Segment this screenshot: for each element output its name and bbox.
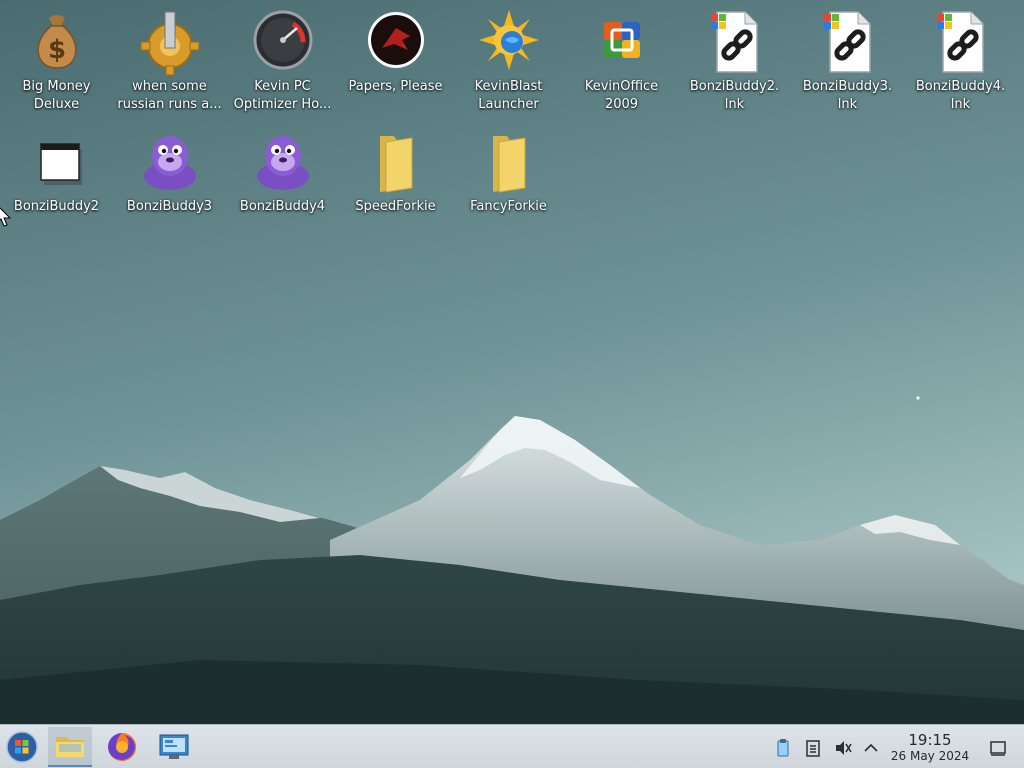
- desktop-icon-label: BonziBuddy2: [13, 199, 100, 214]
- desktop-icon-label: SpeedForkie: [355, 199, 436, 214]
- desktop-icon-label: Kevin PC Optimizer Ho...: [233, 79, 332, 112]
- gear-wheel-icon: [140, 10, 200, 76]
- file-manager-icon: [56, 737, 84, 757]
- desktop-icon-papers-please[interactable]: Papers, Please: [339, 4, 452, 120]
- clipboard-tray-icon: [777, 739, 789, 757]
- desktop-icon-kevin-pc-optimizer[interactable]: Kevin PC Optimizer Ho...: [226, 4, 339, 120]
- application-window-icon: [27, 130, 87, 190]
- desktop-icon-bonzibuddy4-lnk[interactable]: BonziBuddy4. lnk: [904, 4, 1017, 120]
- tray-notes[interactable]: [802, 737, 824, 759]
- show-desktop-icon: [990, 741, 1006, 756]
- shortcut-link-icon: [705, 10, 765, 73]
- tray-expand[interactable]: [860, 737, 882, 759]
- desktop-icon-label: BonziBuddy4. lnk: [915, 79, 1006, 112]
- desktop-icon-label: BonziBuddy3. lnk: [802, 79, 893, 112]
- clock-time: 19:15: [908, 731, 952, 749]
- taskbar-system-monitor[interactable]: [152, 727, 196, 767]
- shortcut-link-icon: [931, 10, 991, 73]
- desktop-icon-label: KevinBlast Launcher: [474, 79, 543, 112]
- money-bag-icon: $: [27, 10, 87, 70]
- desktop-icon-speedforkie[interactable]: SpeedForkie: [339, 124, 452, 240]
- desktop-icon-bonzibuddy2[interactable]: BonziBuddy2: [0, 124, 113, 240]
- office-logo-icon: [592, 10, 652, 70]
- clock-date: 26 May 2024: [890, 749, 970, 763]
- volume-muted-icon: [836, 741, 852, 755]
- sun-globe-icon: [478, 10, 539, 70]
- show-desktop-button[interactable]: [987, 737, 1009, 759]
- desktop-icon-kevinoffice-2009[interactable]: KevinOffice 2009: [565, 4, 678, 120]
- purple-gorilla-icon: [253, 130, 313, 190]
- desktop-icon-label: BonziBuddy4: [239, 199, 326, 214]
- tray-clipboard[interactable]: [772, 737, 794, 759]
- desktop-icon-kevinblast-launcher[interactable]: KevinBlast Launcher: [452, 4, 565, 120]
- system-monitor-icon: [159, 734, 189, 759]
- shortcut-link-icon: [818, 10, 878, 73]
- purple-gorilla-icon: [140, 130, 200, 190]
- start-orb-icon: [6, 731, 38, 763]
- notes-tray-icon: [806, 740, 820, 757]
- desktop-icon-russian-runs[interactable]: when some russian runs a...: [113, 4, 226, 120]
- papers-please-emblem-icon: [366, 10, 426, 70]
- desktop-icon-bonzibuddy3-lnk[interactable]: BonziBuddy3. lnk: [791, 4, 904, 120]
- desktop-icon-label: KevinOffice 2009: [584, 79, 659, 112]
- desktop-icon-bonzibuddy4[interactable]: BonziBuddy4: [226, 124, 339, 240]
- taskbar-clock[interactable]: 19:15 26 May 2024: [884, 731, 976, 765]
- desktop-icon-label: when some russian runs a...: [117, 79, 222, 112]
- desktop-icon-big-money-deluxe[interactable]: $ Big Money Deluxe: [0, 4, 113, 120]
- taskbar: 19:15 26 May 2024: [0, 724, 1024, 768]
- desktop-icon-label: FancyForkie: [470, 199, 547, 214]
- mouse-pointer-icon: [0, 207, 12, 227]
- speedometer-icon: [253, 10, 313, 70]
- desktop-icon-bonzibuddy3[interactable]: BonziBuddy3: [113, 124, 226, 240]
- desktop-icon-bonzibuddy2-lnk[interactable]: BonziBuddy2. lnk: [678, 4, 791, 120]
- start-button[interactable]: [0, 727, 44, 767]
- tray-volume[interactable]: [832, 737, 854, 759]
- desktop-icon-label: BonziBuddy2. lnk: [689, 79, 780, 112]
- firefox-icon: [108, 732, 137, 761]
- svg-text:$: $: [47, 35, 65, 65]
- desktop-icon-label: BonziBuddy3: [126, 199, 213, 214]
- chevron-up-icon: [864, 743, 878, 752]
- desktop-icon-label: Papers, Please: [348, 79, 443, 94]
- desktop-icon-label: Big Money Deluxe: [22, 79, 91, 112]
- taskbar-firefox[interactable]: [100, 727, 144, 767]
- folder-icon: [366, 130, 426, 193]
- taskbar-file-manager[interactable]: [48, 727, 92, 767]
- folder-icon: [479, 130, 539, 193]
- desktop-icon-fancyforkie[interactable]: FancyForkie: [452, 124, 565, 240]
